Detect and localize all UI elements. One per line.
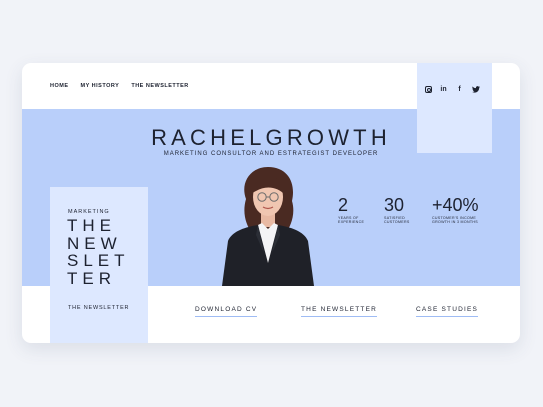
stat-label-line: EXPERIENCE — [338, 220, 365, 225]
portfolio-card: HOME MY HISTORY THE NEWSLETTER in f RACH… — [22, 63, 520, 343]
download-cv-button[interactable]: DOWNLOAD CV — [195, 306, 258, 317]
page-title: RACHELGROWTH — [151, 125, 391, 150]
nav-my-history[interactable]: MY HISTORY — [81, 83, 120, 89]
stat-customers: 30 SATISFIED CUSTOMERS — [384, 196, 410, 224]
stat-label-line: CUSTOMERS — [384, 220, 410, 225]
stat-label: YEARS OF EXPERIENCE — [338, 216, 364, 224]
linkedin-icon[interactable]: in — [439, 85, 448, 94]
stat-value: 30 — [384, 195, 405, 215]
stat-label: CUSTOMER'S INCOME GROWTH IN 3 MONTHS — [432, 216, 479, 224]
heading-line: SLET — [67, 251, 130, 270]
page-subtitle: MARKETING CONSULTOR AND ESTRATEGIST DEVE… — [163, 151, 379, 157]
twitter-icon[interactable] — [471, 85, 480, 94]
heading-line: NEW — [67, 233, 122, 253]
heading-line: THE — [67, 216, 116, 235]
nav-home[interactable]: HOME — [50, 83, 69, 89]
stat-value: +40% — [432, 195, 479, 215]
stat-growth: +40% CUSTOMER'S INCOME GROWTH IN 3 MONTH… — [432, 196, 479, 224]
facebook-icon[interactable]: f — [455, 85, 464, 94]
stat-label-line: GROWTH IN 3 MONTHS — [432, 220, 478, 225]
stat-experience: 2 YEARS OF EXPERIENCE — [338, 196, 364, 224]
newsletter-panel-label: MARKETING — [68, 209, 110, 215]
newsletter-panel: MARKETING THE NEW SLET TER THE NEWSLETTE… — [50, 187, 148, 343]
stat-label: SATISFIED CUSTOMERS — [384, 216, 410, 224]
newsletter-panel-heading: THE NEW SLET TER — [67, 217, 130, 287]
top-nav: HOME MY HISTORY THE NEWSLETTER — [50, 83, 189, 89]
nav-newsletter[interactable]: THE NEWSLETTER — [131, 83, 188, 89]
profile-photo — [222, 167, 314, 286]
heading-line: TER — [67, 268, 116, 288]
newsletter-button[interactable]: THE NEWSLETTER — [301, 306, 378, 317]
newsletter-panel-sub: THE NEWSLETTER — [68, 305, 130, 311]
case-studies-button[interactable]: CASE STUDIES — [416, 306, 479, 317]
social-links: in f — [425, 85, 480, 94]
instagram-icon[interactable] — [425, 86, 432, 93]
stat-value: 2 — [338, 195, 349, 215]
